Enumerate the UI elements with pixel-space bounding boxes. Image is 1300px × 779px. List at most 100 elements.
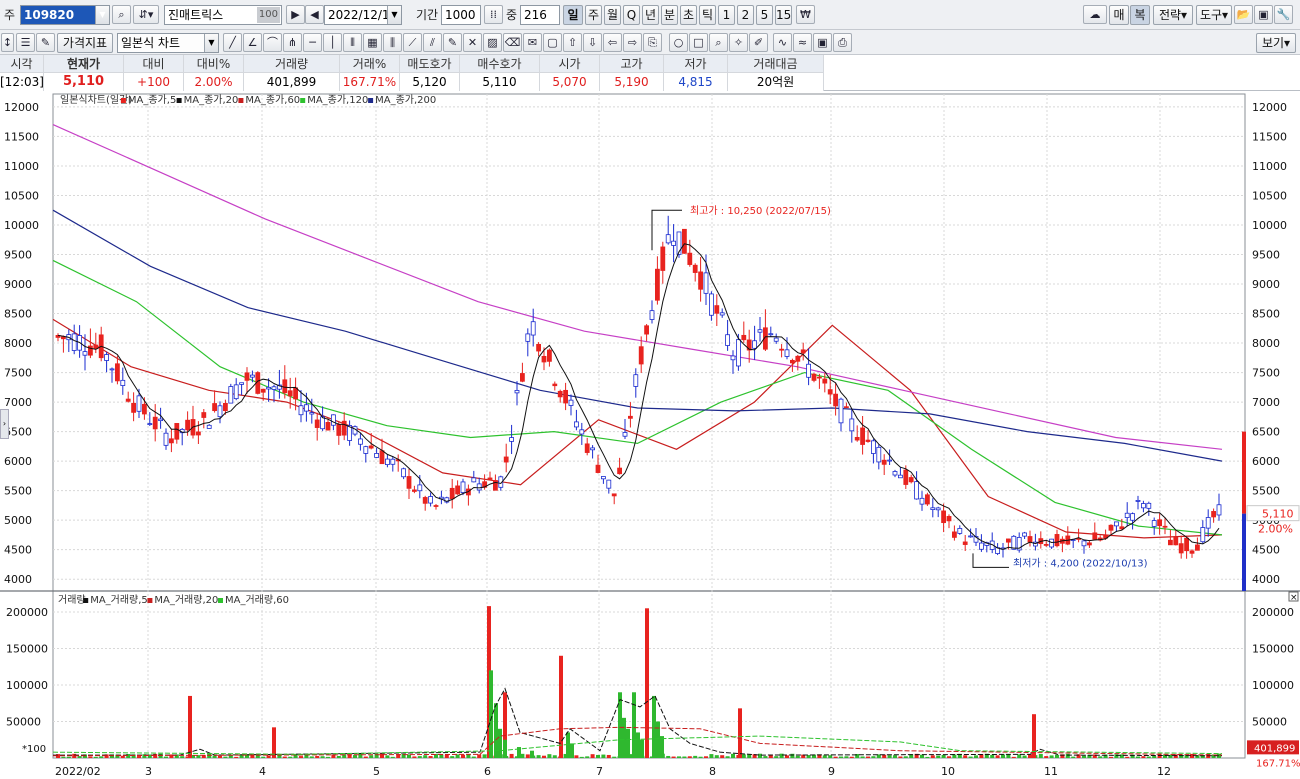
interval-button-3[interactable]: Q bbox=[623, 5, 640, 25]
play-back-icon[interactable]: ◀ bbox=[305, 5, 324, 24]
chevron-down-icon[interactable]: ▼ bbox=[95, 6, 109, 24]
date-input[interactable]: 2022/12/16 ▼ bbox=[324, 5, 402, 25]
period-input[interactable]: 1000 bbox=[441, 5, 481, 25]
tools-button[interactable]: 도구▾ bbox=[1196, 5, 1232, 25]
candle-body bbox=[795, 355, 801, 362]
arc-tool-icon[interactable]: ⌒ bbox=[263, 33, 282, 52]
zoom-input[interactable]: 216 bbox=[520, 5, 560, 25]
magic-icon[interactable]: ✧ bbox=[729, 33, 748, 52]
fan-tool-icon[interactable]: ⋔ bbox=[283, 33, 302, 52]
candle-body bbox=[1205, 517, 1211, 529]
candle-body bbox=[541, 355, 547, 363]
chevron-down-icon[interactable]: ▼ bbox=[204, 34, 218, 52]
candle-body bbox=[239, 382, 245, 385]
sort-icon[interactable]: ⇵▾ bbox=[133, 5, 159, 24]
vline-tool-icon[interactable]: │ bbox=[323, 33, 342, 52]
candle-body bbox=[82, 351, 88, 356]
play-forward-icon[interactable]: ▶ bbox=[286, 5, 305, 24]
chevron-down-icon[interactable]: ▼ bbox=[387, 6, 401, 24]
period-tool-icon[interactable]: ⦀ bbox=[343, 33, 362, 52]
bars-tool-icon[interactable]: ⫼ bbox=[383, 33, 402, 52]
grid-settings-icon[interactable]: ⁞⁞ bbox=[484, 5, 503, 24]
zoom-icon[interactable]: ⌕ bbox=[709, 33, 728, 52]
frame-icon[interactable]: ▣ bbox=[813, 33, 832, 52]
price-indicator-button[interactable]: 가격지표 bbox=[57, 33, 113, 53]
chart-type-select[interactable]: 일본식 차트 ▼ bbox=[117, 33, 219, 53]
candle-body bbox=[579, 429, 585, 435]
volume-bar bbox=[704, 756, 708, 758]
volume-bar bbox=[839, 756, 843, 758]
strategy-button[interactable]: 전략▾ bbox=[1153, 5, 1193, 25]
save-icon[interactable]: ▣ bbox=[1254, 5, 1273, 24]
square-icon[interactable]: □ bbox=[689, 33, 708, 52]
interval-button-1[interactable]: 주 bbox=[585, 5, 602, 25]
up-arrow-icon[interactable]: ⇧ bbox=[563, 33, 582, 52]
folder-open-icon[interactable]: 📂 bbox=[1234, 5, 1253, 24]
pen-icon[interactable]: ✐ bbox=[749, 33, 768, 52]
candle-body bbox=[1141, 503, 1146, 509]
volume-bar bbox=[1173, 754, 1178, 758]
interval-button-10[interactable]: 5 bbox=[756, 5, 773, 25]
interval-button-5[interactable]: 분 bbox=[661, 5, 678, 25]
wave2-icon[interactable]: ≈ bbox=[793, 33, 812, 52]
interval-button-6[interactable]: 초 bbox=[680, 5, 697, 25]
candle-body bbox=[1200, 527, 1206, 543]
wave-icon[interactable]: ∿ bbox=[773, 33, 792, 52]
grid-tool-icon[interactable]: ▦ bbox=[363, 33, 382, 52]
print-icon[interactable]: ⎙ bbox=[833, 33, 852, 52]
eraser-icon[interactable]: ⌫ bbox=[503, 33, 522, 52]
volume-bar bbox=[849, 756, 854, 758]
cloud-icon[interactable]: ☁ bbox=[1083, 5, 1107, 24]
calculator-icon[interactable]: ₩ bbox=[796, 5, 815, 24]
interval-button-9[interactable]: 2 bbox=[737, 5, 754, 25]
volume-bar bbox=[925, 756, 930, 758]
fill-icon[interactable]: ▨ bbox=[483, 33, 502, 52]
stock-name-field[interactable]: 진매트릭스 100 bbox=[164, 5, 282, 25]
layout-icon[interactable]: ☰ bbox=[16, 33, 35, 52]
left-arrow-icon[interactable]: ⇦ bbox=[603, 33, 622, 52]
volume-bar bbox=[234, 756, 239, 758]
interval-button-0[interactable]: 일 bbox=[563, 5, 583, 25]
interval-button-7[interactable]: 틱 bbox=[699, 5, 716, 25]
volume-bar bbox=[77, 756, 82, 758]
arrow-updown-icon[interactable]: ↕ bbox=[1, 33, 14, 52]
interval-button-11[interactable]: 15 bbox=[775, 5, 792, 25]
price-tick-left: 9500 bbox=[4, 248, 32, 261]
pencil-icon[interactable]: ✎ bbox=[443, 33, 462, 52]
volume-bar bbox=[1017, 754, 1022, 758]
stock-code-input[interactable]: 109820 ▼ bbox=[20, 5, 110, 25]
edit-icon[interactable]: ✎ bbox=[36, 33, 55, 52]
candle-body bbox=[919, 497, 925, 505]
candle-body bbox=[903, 469, 909, 485]
line-tool-icon[interactable]: ╱ bbox=[223, 33, 242, 52]
volume-bar bbox=[1001, 754, 1005, 758]
collapse-side-panel-icon[interactable]: › bbox=[0, 409, 9, 439]
bookmark-icon[interactable]: ⎘ bbox=[643, 33, 662, 52]
volume-bar bbox=[88, 756, 93, 758]
stock-chart[interactable]: 12000 1200011500 1150011000 1100010500 10500… bbox=[0, 91, 1300, 779]
price-tick-left: 6000 bbox=[4, 455, 32, 468]
interval-button-8[interactable]: 1 bbox=[718, 5, 735, 25]
trend-tool-icon[interactable]: ⟋ bbox=[403, 33, 422, 52]
candle-body bbox=[1087, 542, 1092, 546]
candle-body bbox=[212, 403, 218, 412]
interval-button-2[interactable]: 월 bbox=[604, 5, 621, 25]
quote-header-5: 거래% bbox=[340, 55, 400, 73]
circle-icon[interactable]: ○ bbox=[669, 33, 688, 52]
view-button[interactable]: 보기▾ bbox=[1256, 33, 1296, 53]
volume-bar bbox=[461, 754, 465, 758]
multi-button[interactable]: 복 bbox=[1130, 5, 1150, 25]
note-icon[interactable]: ✉ bbox=[523, 33, 542, 52]
sell-button[interactable]: 매 bbox=[1109, 5, 1129, 25]
channel-tool-icon[interactable]: ⫽ bbox=[423, 33, 442, 52]
angle-tool-icon[interactable]: ∠ bbox=[243, 33, 262, 52]
down-arrow-icon[interactable]: ⇩ bbox=[583, 33, 602, 52]
hline-tool-icon[interactable]: ─ bbox=[303, 33, 322, 52]
box-icon[interactable]: ▢ bbox=[543, 33, 562, 52]
wrench-icon[interactable]: 🔧 bbox=[1274, 5, 1293, 24]
drawing-toolbar: ↕ ☰ ✎ 가격지표 일본식 차트 ▼ ╱ ∠ ⌒ ⋔ ─ │ ⦀ ▦ ⫼ ⟋ ⫽ ✎ ✕ ▨ ⌫ ✉ ▢ ⇧ ⇩ ⇦… bbox=[0, 30, 1300, 55]
interval-button-4[interactable]: 년 bbox=[642, 5, 659, 25]
right-arrow-icon[interactable]: ⇨ bbox=[623, 33, 642, 52]
search-icon[interactable]: ⌕ bbox=[112, 5, 131, 24]
cross-icon[interactable]: ✕ bbox=[463, 33, 482, 52]
